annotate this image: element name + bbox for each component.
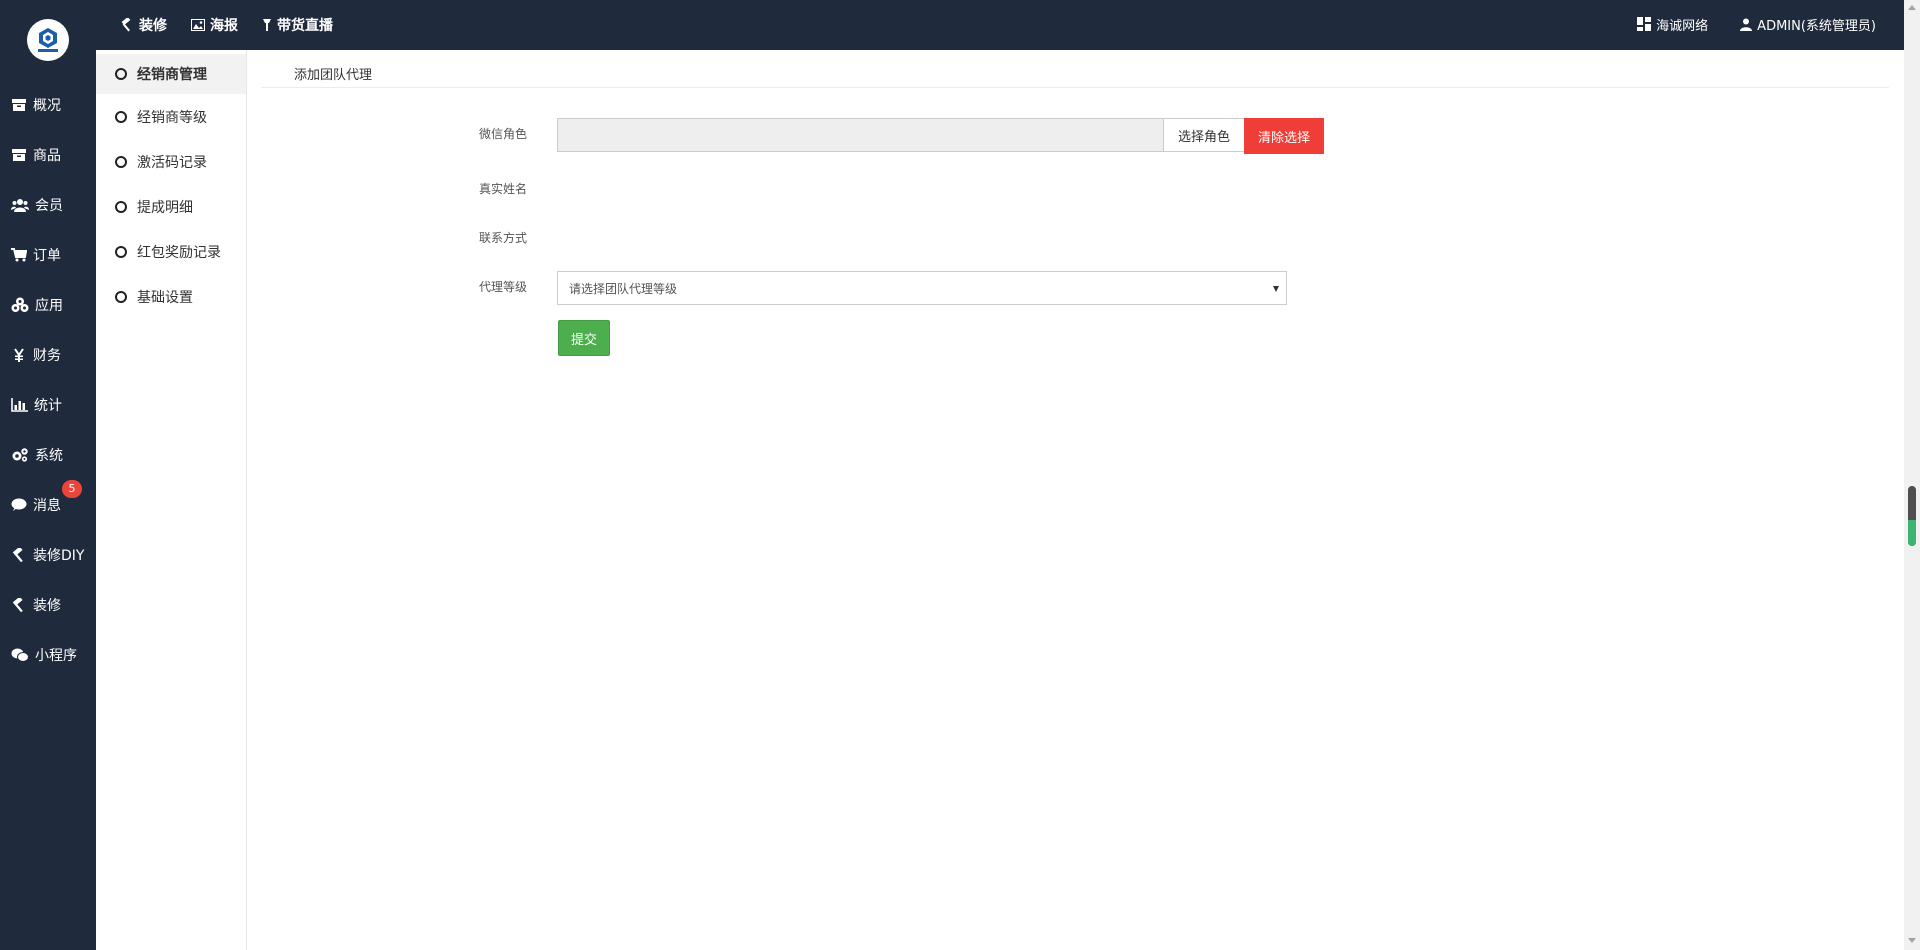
sidebar-item-label: 订单: [33, 248, 61, 264]
sidebar-item-label: 系统: [35, 448, 63, 464]
subnav-label: 提成明细: [137, 199, 193, 216]
sidebar-item-decorate[interactable]: 装修: [0, 580, 96, 630]
yen-icon: [14, 348, 24, 362]
bar-chart-icon: [11, 398, 28, 412]
clear-selection-button[interactable]: 清除选择: [1244, 118, 1324, 154]
sidebar-item-label: 会员: [35, 198, 63, 214]
wechat-role-field[interactable]: [557, 118, 1164, 152]
sidebar-item-messages[interactable]: 消息 5: [0, 480, 96, 530]
topnav-live-label: 带货直播: [277, 18, 333, 34]
subnav-label: 激活码记录: [137, 154, 207, 171]
topnav-poster[interactable]: 海报: [191, 15, 238, 35]
sidebar-item-goods[interactable]: 商品: [0, 130, 96, 180]
sidebar-item-apps[interactable]: 应用: [0, 280, 96, 330]
logo[interactable]: [27, 19, 69, 61]
submit-button[interactable]: 提交: [558, 320, 610, 356]
topnav-poster-label: 海报: [210, 18, 238, 34]
sidebar-item-finance[interactable]: 财务: [0, 330, 96, 380]
hammer-icon: [121, 18, 131, 32]
sidebar-item-label: 装修: [33, 598, 61, 614]
topnav-live[interactable]: 带货直播: [262, 15, 333, 35]
subnav-label: 红包奖励记录: [137, 244, 221, 261]
circle-icon: [115, 155, 127, 168]
sidebar-item-label: 统计: [34, 398, 62, 414]
image-icon: [191, 19, 205, 31]
sub-sidebar: 经销商管理 经销商等级 激活码记录 提成明细 红包奖励记录 基础设置: [96, 50, 247, 950]
real-name-label: 真实姓名: [479, 182, 528, 196]
logo-emblem-icon: [38, 28, 58, 52]
circle-icon: [115, 200, 127, 213]
subnav-commission-details[interactable]: 提成明细: [96, 184, 246, 229]
sidebar-item-label: 概况: [33, 98, 61, 114]
cubes-icon: [11, 297, 29, 312]
sidebar-item-label: 财务: [33, 348, 61, 364]
page-scrollbar[interactable]: [1904, 0, 1920, 950]
user-label: ADMIN(系统管理员): [1757, 18, 1876, 34]
sidebar-item-miniprogram[interactable]: 小程序: [0, 630, 96, 680]
sidebar-item-stats[interactable]: 统计: [0, 380, 96, 430]
gears-icon: [12, 448, 28, 462]
user-menu[interactable]: ADMIN(系统管理员): [1740, 15, 1876, 34]
company-link[interactable]: 海诚网络: [1637, 15, 1708, 34]
hammer-icon: [12, 548, 23, 562]
subnav-label: 经销商等级: [137, 109, 207, 126]
circle-icon: [115, 245, 127, 258]
inbox-icon: [12, 99, 26, 111]
subnav-basic-settings[interactable]: 基础设置: [96, 274, 246, 319]
top-bar: 装修 海报 带货直播 海诚网络 ADMIN(系统管理员): [0, 0, 1904, 50]
cart-icon: [11, 248, 27, 262]
sidebar-item-label: 小程序: [35, 648, 77, 664]
top-nav: 装修 海报 带货直播: [120, 0, 357, 50]
caret-down-icon: [1273, 286, 1279, 292]
sidebar-item-overview[interactable]: 概况: [0, 80, 96, 130]
sidebar-item-label: 装修DIY: [33, 548, 85, 564]
comment-icon: [11, 498, 27, 511]
sidebar-item-orders[interactable]: 订单: [0, 230, 96, 280]
subnav-activation-code-records[interactable]: 激活码记录: [96, 139, 246, 184]
subnav-label: 经销商管理: [137, 67, 207, 83]
users-icon: [11, 199, 29, 212]
agent-level-select[interactable]: 请选择团队代理等级: [557, 271, 1287, 305]
wechat-role-label: 微信角色: [479, 127, 528, 141]
scroll-down-arrow-icon[interactable]: [1908, 938, 1916, 943]
scroll-up-arrow-icon[interactable]: [1908, 5, 1916, 10]
company-label: 海诚网络: [1656, 18, 1709, 34]
main-content: 添加团队代理 微信角色 选择角色 清除选择 真实姓名 联系方式 代理等级 请选择…: [261, 50, 1889, 950]
subnav-red-packet-records[interactable]: 红包奖励记录: [96, 229, 246, 274]
agent-level-selected-value: 请选择团队代理等级: [569, 281, 678, 296]
sidebar-item-label: 消息: [33, 498, 61, 514]
sidebar-item-system[interactable]: 系统: [0, 430, 96, 480]
contact-label: 联系方式: [479, 231, 528, 245]
circle-icon: [115, 110, 127, 123]
topnav-decorate-label: 装修: [139, 18, 167, 34]
page-title: 添加团队代理: [294, 68, 373, 83]
circle-icon: [115, 68, 127, 80]
sidebar-item-members[interactable]: 会员: [0, 180, 96, 230]
main-sidebar: 概况 商品 会员 订单 应用 财务 统计 系统 消息 5 装修DIY 装修 小程…: [0, 0, 96, 950]
message-count-badge: 5: [62, 480, 82, 498]
wechat-icon: [11, 648, 29, 662]
inbox-icon: [12, 149, 26, 161]
scrollbar-thumb-indicator: [1908, 520, 1916, 546]
agent-level-label: 代理等级: [479, 280, 528, 294]
sidebar-item-label: 应用: [35, 298, 63, 314]
topnav-decorate[interactable]: 装修: [120, 15, 167, 35]
sidebar-item-label: 商品: [33, 148, 61, 164]
sidebar-item-decorate-diy[interactable]: 装修DIY: [0, 530, 96, 580]
grid-icon: [1637, 17, 1652, 31]
circle-icon: [115, 290, 127, 303]
side-menu: 概况 商品 会员 订单 应用 财务 统计 系统 消息 5 装修DIY 装修 小程…: [0, 80, 96, 680]
live-icon: [263, 19, 271, 31]
select-role-button[interactable]: 选择角色: [1163, 118, 1245, 152]
user-icon: [1740, 18, 1753, 31]
top-right: 海诚网络 ADMIN(系统管理员): [1637, 0, 1904, 48]
subnav-dealer-management[interactable]: 经销商管理: [96, 54, 246, 94]
hammer-icon: [12, 598, 23, 612]
subnav-label: 基础设置: [137, 289, 193, 306]
subnav-dealer-level[interactable]: 经销商等级: [96, 94, 246, 139]
page-header: 添加团队代理: [261, 50, 1889, 88]
